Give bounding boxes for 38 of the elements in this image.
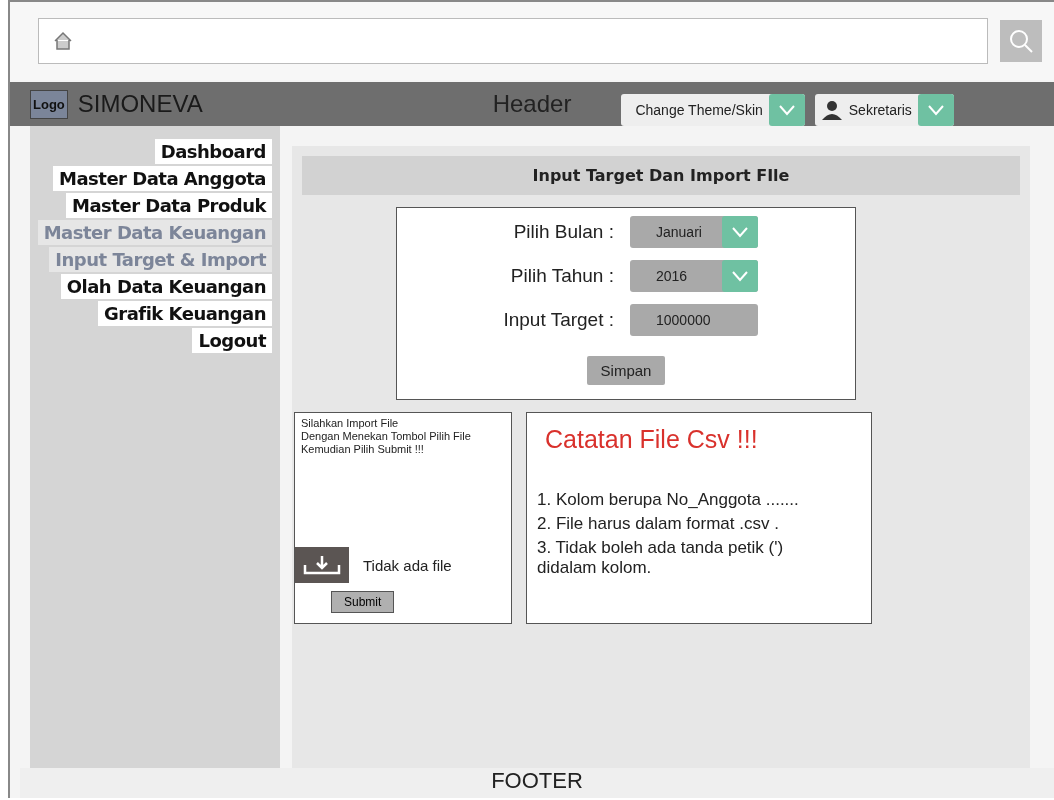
note-item: 1. Kolom berupa No_Anggota ....... (537, 490, 800, 510)
chevron-icon (722, 260, 758, 292)
field-label: Pilih Bulan : (512, 221, 614, 243)
footer: FOOTER (20, 768, 1054, 798)
note-item: 3. Tidak boleh ada tanda petik (') didalam kolom. (537, 538, 785, 578)
download-icon (302, 553, 342, 577)
search-icon (1008, 28, 1034, 54)
theme-dropdown[interactable]: Change Theme/Skin (621, 94, 805, 126)
user-dropdown[interactable]: Sekretaris (814, 94, 954, 126)
input-field[interactable]: 1000000 (630, 304, 758, 336)
sidebar-item[interactable]: Logout (192, 328, 272, 353)
sidebar-item[interactable]: Olah Data Keuangan (60, 274, 272, 299)
chevron-icon (722, 216, 758, 248)
file-status: Tidak ada file (363, 556, 452, 574)
home-icon (53, 31, 73, 51)
chevron-icon (768, 94, 805, 126)
submit-button[interactable]: Submit (331, 591, 395, 613)
notes-title: Catatan File Csv !!! (545, 425, 759, 454)
instructions-text: Silahkan Import File Dengan Menekan Tombol Pilih File Kemudian Pilih Submit !!! (301, 417, 472, 457)
sidebar-item[interactable]: Master Data Anggota (53, 166, 272, 191)
sidebar-item[interactable]: Grafik Keuangan (98, 301, 272, 326)
sidebar-item[interactable]: Master Data Produk (66, 193, 272, 218)
field-label: Input Target : (502, 309, 614, 331)
field-label: Pilih Tahun : (509, 265, 614, 287)
upload-button[interactable] (295, 547, 349, 583)
search-field[interactable] (38, 18, 988, 64)
select-field[interactable]: Januari (630, 216, 758, 248)
note-item: 2. File harus dalam format .csv . (537, 514, 780, 534)
chevron-icon (917, 94, 954, 126)
logo: Logo (30, 89, 68, 119)
header-title: Header (492, 90, 572, 118)
search-button[interactable] (1000, 20, 1042, 62)
user-icon (820, 99, 843, 121)
select-field[interactable]: 2016 (630, 260, 758, 292)
save-button[interactable]: Simpan (586, 356, 666, 385)
sidebar-item[interactable]: Dashboard (154, 139, 272, 164)
app-name: SIMONEVA (77, 90, 203, 118)
page-title: Input Target Dan Import FIle (302, 156, 1020, 195)
